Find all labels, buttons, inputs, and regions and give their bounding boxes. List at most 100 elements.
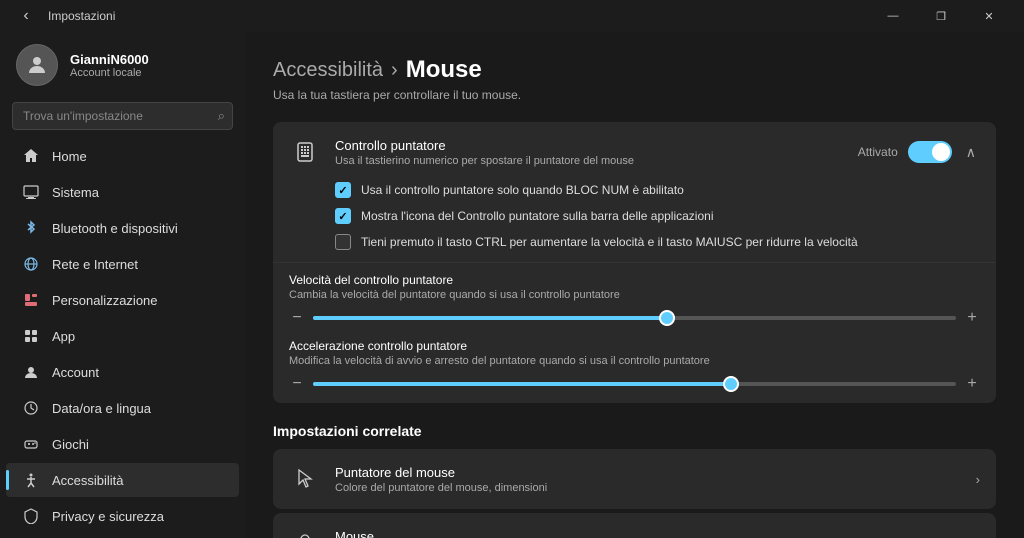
maximize-button[interactable]: ❐ — [918, 0, 964, 32]
bluetooth-icon — [22, 219, 40, 237]
controllo-puntatore-card: Controllo puntatore Usa il tastierino nu… — [273, 122, 996, 403]
sidebar-item-label: Accessibilità — [52, 473, 223, 488]
dataora-icon — [22, 399, 40, 417]
sidebar-item-label: Bluetooth e dispositivi — [52, 221, 223, 236]
card-text: Controllo puntatore Usa il tastierino nu… — [335, 138, 844, 167]
slider-2-minus[interactable]: − — [289, 375, 305, 393]
option-row-1: Usa il controllo puntatore solo quando B… — [335, 182, 980, 198]
titlebar-title: Impostazioni — [48, 9, 115, 23]
sidebar-item-app[interactable]: App — [6, 319, 239, 353]
slider-1-control: − + — [289, 309, 980, 327]
page-subtitle: Usa la tua tastiera per controllare il t… — [273, 88, 996, 102]
sidebar-item-label: App — [52, 329, 223, 344]
sidebar-item-label: Giochi — [52, 437, 223, 452]
sidebar-item-label: Privacy e sicurezza — [52, 509, 223, 524]
sidebar-item-sistema[interactable]: Sistema — [6, 175, 239, 209]
sidebar-item-privacy[interactable]: Privacy e sicurezza — [6, 499, 239, 533]
option-label-2: Mostra l'icona del Controllo puntatore s… — [361, 209, 714, 223]
close-button[interactable]: ✕ — [966, 0, 1012, 32]
back-button[interactable]: ‹ — [12, 2, 40, 30]
option-label-1: Usa il controllo puntatore solo quando B… — [361, 183, 684, 197]
slider-row-1: Velocità del controllo puntatore Cambia … — [289, 273, 980, 327]
slider-2-desc: Modifica la velocità di avvio e arresto … — [289, 355, 980, 367]
slider-row-2: Accelerazione controllo puntatore Modifi… — [289, 339, 980, 393]
slider-1-track[interactable] — [313, 316, 956, 320]
slider-1-thumb[interactable] — [659, 310, 675, 326]
sidebar-item-rete[interactable]: Rete e Internet — [6, 247, 239, 281]
option-row-3: Tieni premuto il tasto CTRL per aumentar… — [335, 234, 980, 250]
related-desc-1: Colore del puntatore del mouse, dimensio… — [335, 482, 962, 494]
breadcrumb: Accessibilità › Mouse — [273, 56, 996, 84]
checkbox-1[interactable] — [335, 182, 351, 198]
card-options: Usa il controllo puntatore solo quando B… — [273, 182, 996, 262]
slider-1-fill — [313, 316, 667, 320]
breadcrumb-current: Mouse — [406, 56, 482, 84]
expand-button[interactable]: ∧ — [962, 142, 980, 163]
related-title-1: Puntatore del mouse — [335, 465, 962, 480]
minimize-button[interactable]: — — [870, 0, 916, 32]
sidebar-item-account[interactable]: Account — [6, 355, 239, 389]
accessibilita-icon — [22, 471, 40, 489]
user-type: Account locale — [70, 67, 149, 79]
privacy-icon — [22, 507, 40, 525]
sidebar-item-label: Rete e Internet — [52, 257, 223, 272]
related-card-puntatore[interactable]: Puntatore del mouse Colore del puntatore… — [273, 449, 996, 509]
slider-1-minus[interactable]: − — [289, 309, 305, 327]
user-name: GianniN6000 — [70, 52, 149, 67]
main-layout: GianniN6000 Account locale ⌕ Home Sistem… — [0, 32, 1024, 538]
card-header: Controllo puntatore Usa il tastierino nu… — [273, 122, 996, 182]
sidebar-item-home[interactable]: Home — [6, 139, 239, 173]
user-info: GianniN6000 Account locale — [70, 52, 149, 79]
checkbox-3[interactable] — [335, 234, 351, 250]
slider-1-desc: Cambia la velocità del puntatore quando … — [289, 289, 980, 301]
mouse-icon — [289, 527, 321, 538]
sidebar: GianniN6000 Account locale ⌕ Home Sistem… — [0, 32, 245, 538]
slider-1-title: Velocità del controllo puntatore — [289, 273, 980, 287]
search-icon: ⌕ — [218, 108, 225, 124]
sidebar-item-bluetooth[interactable]: Bluetooth e dispositivi — [6, 211, 239, 245]
related-card-mouse[interactable]: Mouse Velocità del puntatore del mouse, … — [273, 513, 996, 538]
giochi-icon — [22, 435, 40, 453]
sidebar-item-personalizzazione[interactable]: Personalizzazione — [6, 283, 239, 317]
card-desc: Usa il tastierino numerico per spostare … — [335, 155, 844, 167]
personalizzazione-icon — [22, 291, 40, 309]
slider-2-thumb[interactable] — [723, 376, 739, 392]
slider-2-fill — [313, 382, 731, 386]
card-title: Controllo puntatore — [335, 138, 844, 153]
sidebar-item-label: Home — [52, 149, 223, 164]
account-icon — [22, 363, 40, 381]
slider-2-control: − + — [289, 375, 980, 393]
puntatore-icon — [289, 463, 321, 495]
related-text-2: Mouse Velocità del puntatore del mouse, … — [335, 529, 962, 538]
content-area: Accessibilità › Mouse Usa la tua tastier… — [245, 32, 1024, 538]
user-profile[interactable]: GianniN6000 Account locale — [0, 32, 245, 102]
card-icon — [289, 136, 321, 168]
sidebar-item-dataora[interactable]: Data/ora e lingua — [6, 391, 239, 425]
sidebar-item-label: Sistema — [52, 185, 223, 200]
sidebar-item-label: Account — [52, 365, 223, 380]
window-controls: — ❐ ✕ — [870, 0, 1012, 32]
titlebar: ‹ Impostazioni — ❐ ✕ — [0, 0, 1024, 32]
slider-2-plus[interactable]: + — [964, 375, 980, 393]
slider-2-track[interactable] — [313, 382, 956, 386]
sidebar-item-label: Data/ora e lingua — [52, 401, 223, 416]
toggle-status-label: Attivato — [858, 145, 898, 159]
toggle-switch[interactable] — [908, 141, 952, 163]
sistema-icon — [22, 183, 40, 201]
related-chevron-1: › — [976, 472, 980, 487]
search-input[interactable] — [12, 102, 233, 130]
sidebar-item-label: Personalizzazione — [52, 293, 223, 308]
sidebar-item-accessibilita[interactable]: Accessibilità — [6, 463, 239, 497]
app-icon — [22, 327, 40, 345]
slider-1-plus[interactable]: + — [964, 309, 980, 327]
related-title-2: Mouse — [335, 529, 962, 538]
breadcrumb-parent[interactable]: Accessibilità — [273, 59, 383, 82]
slider-section: Velocità del controllo puntatore Cambia … — [273, 262, 996, 403]
checkbox-2[interactable] — [335, 208, 351, 224]
sidebar-item-giochi[interactable]: Giochi — [6, 427, 239, 461]
card-right: Attivato ∧ — [858, 141, 980, 163]
slider-2-title: Accelerazione controllo puntatore — [289, 339, 980, 353]
rete-icon — [22, 255, 40, 273]
breadcrumb-separator: › — [391, 59, 398, 82]
option-row-2: Mostra l'icona del Controllo puntatore s… — [335, 208, 980, 224]
